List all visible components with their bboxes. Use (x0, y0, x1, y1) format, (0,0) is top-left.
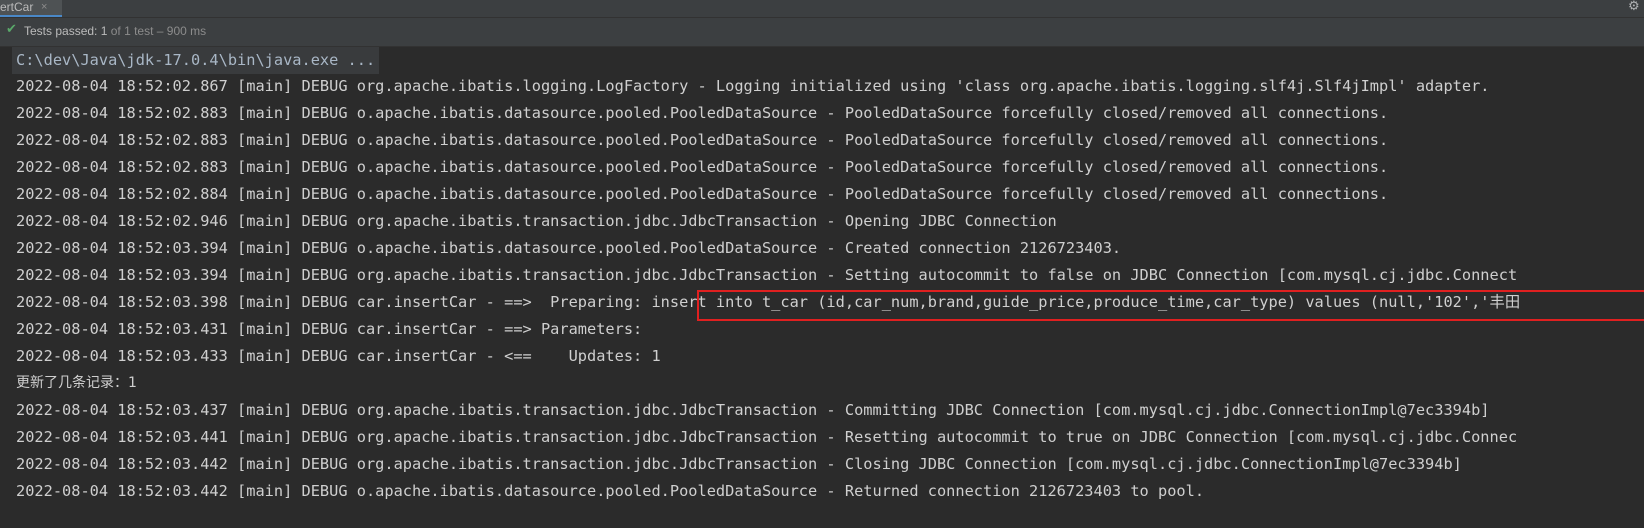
console-log-line: 2022-08-04 18:52:02.883 [main] DEBUG o.a… (16, 158, 1389, 176)
console-log-line: 2022-08-04 18:52:03.394 [main] DEBUG org… (16, 266, 1518, 284)
console-command-line[interactable]: C:\dev\Java\jdk-17.0.4\bin\java.exe ... (12, 47, 380, 74)
console-output[interactable]: C:\dev\Java\jdk-17.0.4\bin\java.exe ... … (0, 47, 1644, 528)
test-status-label: Tests passed: (24, 24, 101, 38)
check-icon: ✔ (6, 22, 17, 37)
console-log-line: 2022-08-04 18:52:02.867 [main] DEBUG org… (16, 77, 1490, 95)
close-icon[interactable]: × (41, 0, 47, 14)
console-log-line: 2022-08-04 18:52:02.946 [main] DEBUG org… (16, 212, 1057, 230)
run-tab-bar: ertCar × ⚙ (0, 0, 1644, 18)
console-log-line: 2022-08-04 18:52:03.441 [main] DEBUG org… (16, 428, 1518, 446)
run-tab-title: ertCar (0, 0, 34, 14)
console-log-line: 2022-08-04 18:52:02.883 [main] DEBUG o.a… (16, 104, 1389, 122)
console-log-line: 2022-08-04 18:52:03.442 [main] DEBUG org… (16, 455, 1462, 473)
console-log-line: 2022-08-04 18:52:02.883 [main] DEBUG o.a… (16, 131, 1389, 149)
console-log-line: 2022-08-04 18:52:03.442 [main] DEBUG o.a… (16, 482, 1205, 500)
test-status-bar: ✔ Tests passed: 1 of 1 test – 900 ms (0, 18, 1644, 47)
run-tab-insertcar[interactable]: ertCar × (0, 0, 62, 17)
console-program-output: 更新了几条记录：1 (16, 375, 137, 391)
gear-icon[interactable]: ⚙ (1628, 0, 1640, 13)
sql-highlight-box (697, 290, 1644, 321)
test-status-text: Tests passed: 1 of 1 test – 900 ms (24, 24, 206, 38)
console-log-line: 2022-08-04 18:52:03.437 [main] DEBUG org… (16, 401, 1490, 419)
console-log-line: 2022-08-04 18:52:03.433 [main] DEBUG car… (16, 347, 661, 365)
console-log-line: 2022-08-04 18:52:03.431 [main] DEBUG car… (16, 320, 652, 338)
console-log-line: 2022-08-04 18:52:03.394 [main] DEBUG o.a… (16, 239, 1122, 257)
test-status-detail: of 1 test – 900 ms (107, 24, 207, 38)
console-log-line: 2022-08-04 18:52:02.884 [main] DEBUG o.a… (16, 185, 1389, 203)
